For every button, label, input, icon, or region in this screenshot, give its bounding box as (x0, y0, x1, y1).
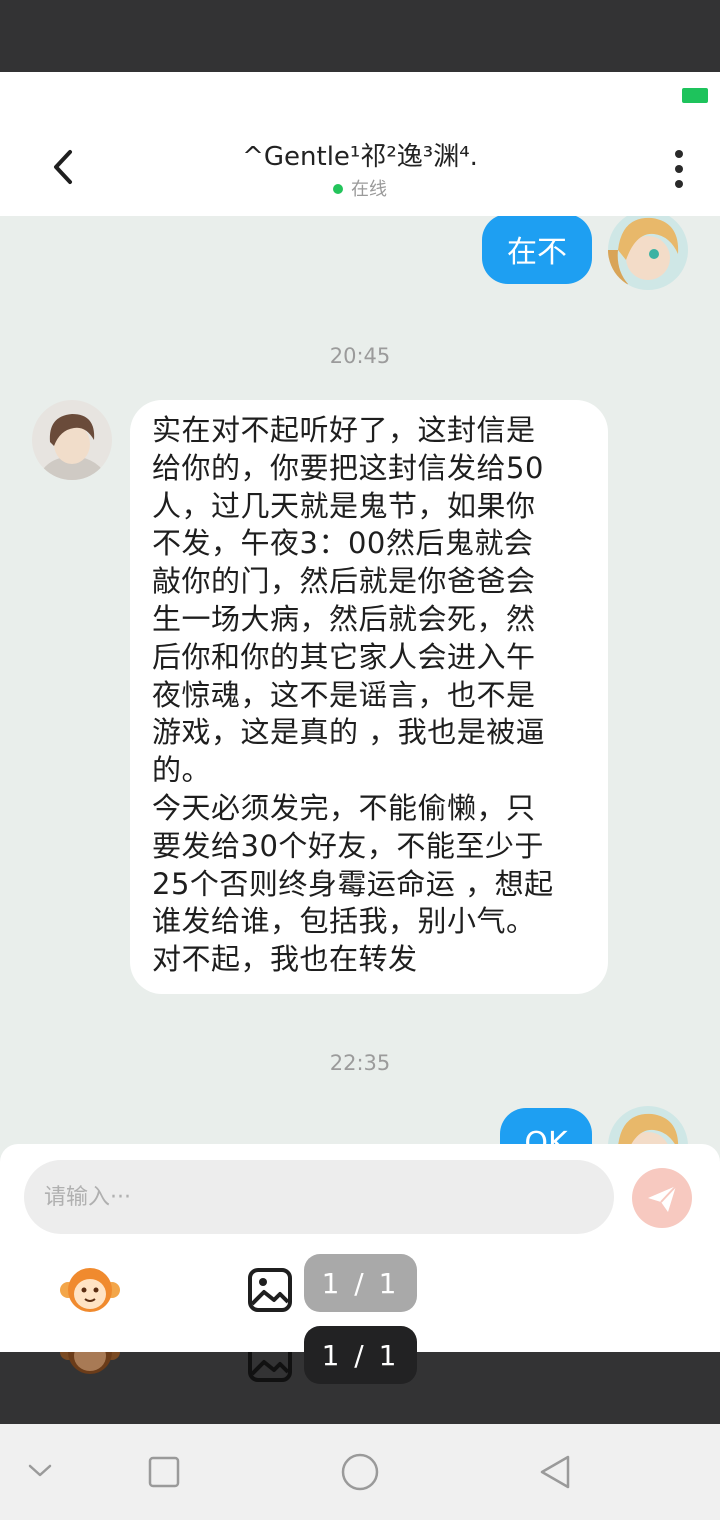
circle-icon[interactable] (340, 1452, 380, 1492)
image-icon (248, 1352, 292, 1382)
online-status: 在线 (0, 175, 720, 201)
chat-header: ^Gentle¹祁²逸³渊⁴. 在线 (0, 72, 720, 216)
outgoing-message-text: 在不 (507, 235, 567, 270)
online-dot-icon (333, 184, 343, 194)
online-status-label: 在线 (351, 179, 387, 200)
outgoing-message-bubble[interactable]: OK (500, 1108, 592, 1144)
my-avatar[interactable] (608, 216, 688, 290)
battery-icon (682, 88, 708, 103)
system-navigation-bar (0, 1424, 720, 1520)
send-button[interactable] (632, 1168, 692, 1228)
monkey-emoji-icon (60, 1352, 120, 1374)
chevron-down-icon[interactable] (26, 1460, 54, 1480)
more-vertical-icon[interactable] (674, 150, 684, 190)
input-panel (0, 1144, 720, 1352)
paper-plane-icon (648, 1185, 677, 1212)
timestamp: 20:45 (329, 344, 391, 368)
monkey-emoji-icon[interactable] (60, 1264, 120, 1316)
image-icon[interactable] (246, 1266, 294, 1314)
outgoing-message-text: OK (524, 1125, 568, 1145)
page-counter: 1 / 1 (304, 1326, 417, 1384)
chat-title: ^Gentle¹祁²逸³渊⁴. (242, 142, 478, 172)
my-avatar[interactable] (608, 1106, 688, 1144)
outgoing-message-bubble[interactable]: 在不 (482, 216, 592, 284)
triangle-back-icon[interactable] (538, 1454, 574, 1490)
contact-avatar[interactable] (32, 400, 112, 480)
square-icon[interactable] (148, 1456, 180, 1488)
page-counter: 1 / 1 (304, 1254, 417, 1312)
incoming-message-bubble[interactable]: 实在对不起听好了，这封信是 给你的，你要把这封信发给50 人，过几天就是鬼节，如… (130, 400, 608, 994)
status-bar-background (0, 0, 720, 72)
message-list[interactable]: 在不 20:45 实在对不起听好了，这封信是 给你的，你要把这封信发给50 人，… (0, 216, 720, 1144)
message-input[interactable] (24, 1160, 614, 1234)
timestamp: 22:35 (329, 1051, 391, 1075)
